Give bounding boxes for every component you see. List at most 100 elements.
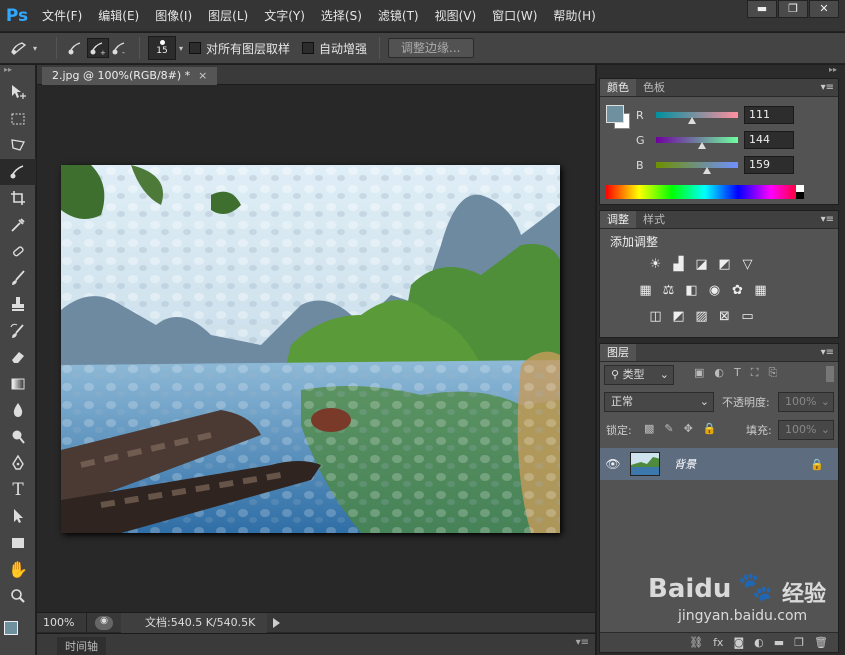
menu-help[interactable]: 帮助(H) [545,0,603,32]
lock-pixels-icon[interactable]: ✎ [664,422,673,435]
pen-tool-icon[interactable] [0,450,36,477]
image-canvas[interactable] [61,165,560,533]
delete-icon[interactable]: 🗑 [814,636,828,649]
tool-preset-picker[interactable]: ▾ [8,37,48,59]
auto-enhance-option[interactable]: 自动增强 [302,40,367,57]
color-balance-icon[interactable]: ⚖ [657,279,680,302]
menu-file[interactable]: 文件(F) [34,0,90,32]
new-selection-brush-icon[interactable] [65,38,87,58]
tab-color[interactable]: 颜色 [600,79,636,96]
tab-adjustments[interactable]: 调整 [600,211,636,228]
menu-filter[interactable]: 滤镜(T) [370,0,427,32]
lasso-tool-icon[interactable] [0,132,36,159]
brush-size-picker[interactable]: 15 [148,36,176,60]
document-size-info[interactable]: 文档:540.5 K/540.5K [121,612,267,633]
layer-filter-kind-dropdown[interactable]: ⚲ 类型 ⌄ [604,365,674,385]
zoom-tool-icon[interactable] [0,583,36,610]
brush-dropdown-icon[interactable]: ▾ [179,44,183,53]
mask-icon[interactable]: ◙ [733,636,744,649]
foreground-color-swatch[interactable] [4,621,18,635]
panel-menu-icon[interactable]: ▾≡ [576,637,589,648]
photo-filter-icon[interactable]: ◉ [703,279,726,302]
visibility-eye-icon[interactable]: 👁 [600,457,626,471]
layer-row[interactable]: 👁 背景 🔒 [600,448,838,480]
selective-color-icon[interactable]: ⊠ [713,305,736,328]
pixel-filter-icon[interactable]: ▣ [694,366,704,380]
black-white-icon[interactable]: ◧ [680,279,703,302]
green-value-input[interactable]: 144 [744,131,794,149]
blue-slider[interactable] [656,162,738,174]
panel-menu-icon[interactable]: ▾≡ [821,211,834,229]
auto-enhance-checkbox[interactable] [302,42,315,54]
clone-stamp-tool-icon[interactable] [0,291,36,318]
exposure-icon[interactable]: ◩ [713,253,736,276]
document-tab[interactable]: 2.jpg @ 100%(RGB/8#) * × [42,67,218,85]
color-lookup-icon[interactable]: ▦ [749,279,772,302]
close-button[interactable]: ✕ [809,0,839,18]
panel-menu-icon[interactable]: ▾≡ [821,79,834,97]
share-icon[interactable]: ◉ [95,615,113,630]
subtract-selection-brush-icon[interactable]: - [109,38,131,58]
menu-edit[interactable]: 编辑(E) [90,0,147,32]
red-slider[interactable] [656,112,738,124]
rectangle-tool-icon[interactable] [0,530,36,557]
group-icon[interactable]: ▬ [774,636,784,649]
dodge-tool-icon[interactable] [0,424,36,451]
collapse-toolbar-icon[interactable]: ▸▸ [0,65,35,79]
menu-window[interactable]: 窗口(W) [484,0,545,32]
refine-edge-button[interactable]: 调整边缘... [388,38,474,58]
gradient-tool-icon[interactable] [0,371,36,398]
type-tool-icon[interactable]: T [0,477,36,504]
red-slider-thumb[interactable] [687,117,696,124]
filter-toggle[interactable] [826,366,834,382]
white-swatch[interactable] [796,185,804,192]
quick-selection-tool-icon[interactable] [0,158,36,185]
status-menu-arrow-icon[interactable] [273,617,280,628]
threshold-icon[interactable]: ▨ [690,305,713,328]
panel-menu-icon[interactable]: ▾≡ [821,344,834,362]
gradient-map-icon[interactable]: ▭ [736,305,759,328]
fx-icon[interactable]: fx [713,636,723,649]
lock-all-icon[interactable]: 🔒 [703,422,717,435]
fill-input[interactable]: 100% ⌄ [778,420,834,440]
hand-tool-icon[interactable]: ✋ [0,556,36,583]
tab-layers[interactable]: 图层 [600,344,636,361]
menu-select[interactable]: 选择(S) [313,0,370,32]
blend-mode-dropdown[interactable]: 正常 ⌄ [604,392,714,412]
collapse-dock-icon[interactable]: ▸▸ [597,65,845,77]
tab-swatches[interactable]: 色板 [636,79,672,96]
crop-tool-icon[interactable] [0,185,36,212]
blue-slider-thumb[interactable] [703,167,712,174]
levels-icon[interactable]: ▟ [667,253,690,276]
hue-saturation-icon[interactable]: ▦ [634,279,657,302]
sample-all-layers-checkbox[interactable] [189,42,202,54]
adjustment-filter-icon[interactable]: ◐ [714,366,724,380]
opacity-input[interactable]: 100% ⌄ [778,392,834,412]
layer-name[interactable]: 背景 [674,456,696,472]
shape-filter-icon[interactable]: ⛶ [751,366,759,380]
link-icon[interactable]: ⛓ [689,636,703,649]
blur-tool-icon[interactable] [0,397,36,424]
smart-object-filter-icon[interactable]: ⎘ [768,366,777,380]
history-brush-tool-icon[interactable] [0,318,36,345]
posterize-icon[interactable]: ◩ [667,305,690,328]
adjustment-icon[interactable]: ◐ [754,636,764,649]
green-slider-thumb[interactable] [698,142,707,149]
vibrance-icon[interactable]: ▽ [736,253,759,276]
menu-type[interactable]: 文字(Y) [256,0,313,32]
green-slider[interactable] [656,137,738,149]
lock-position-icon[interactable]: ✥ [684,422,693,435]
new-layer-icon[interactable]: ❐ [794,636,804,649]
path-selection-tool-icon[interactable] [0,503,36,530]
eraser-tool-icon[interactable] [0,344,36,371]
foreground-color-swatch[interactable] [606,105,624,123]
brush-tool-icon[interactable] [0,265,36,292]
healing-brush-tool-icon[interactable] [0,238,36,265]
sample-all-layers-option[interactable]: 对所有图层取样 [189,40,290,57]
restore-button[interactable]: ❐ [778,0,808,18]
red-value-input[interactable]: 111 [744,106,794,124]
blue-value-input[interactable]: 159 [744,156,794,174]
invert-icon[interactable]: ◫ [644,305,667,328]
curves-icon[interactable]: ◪ [690,253,713,276]
tab-styles[interactable]: 样式 [636,211,672,228]
